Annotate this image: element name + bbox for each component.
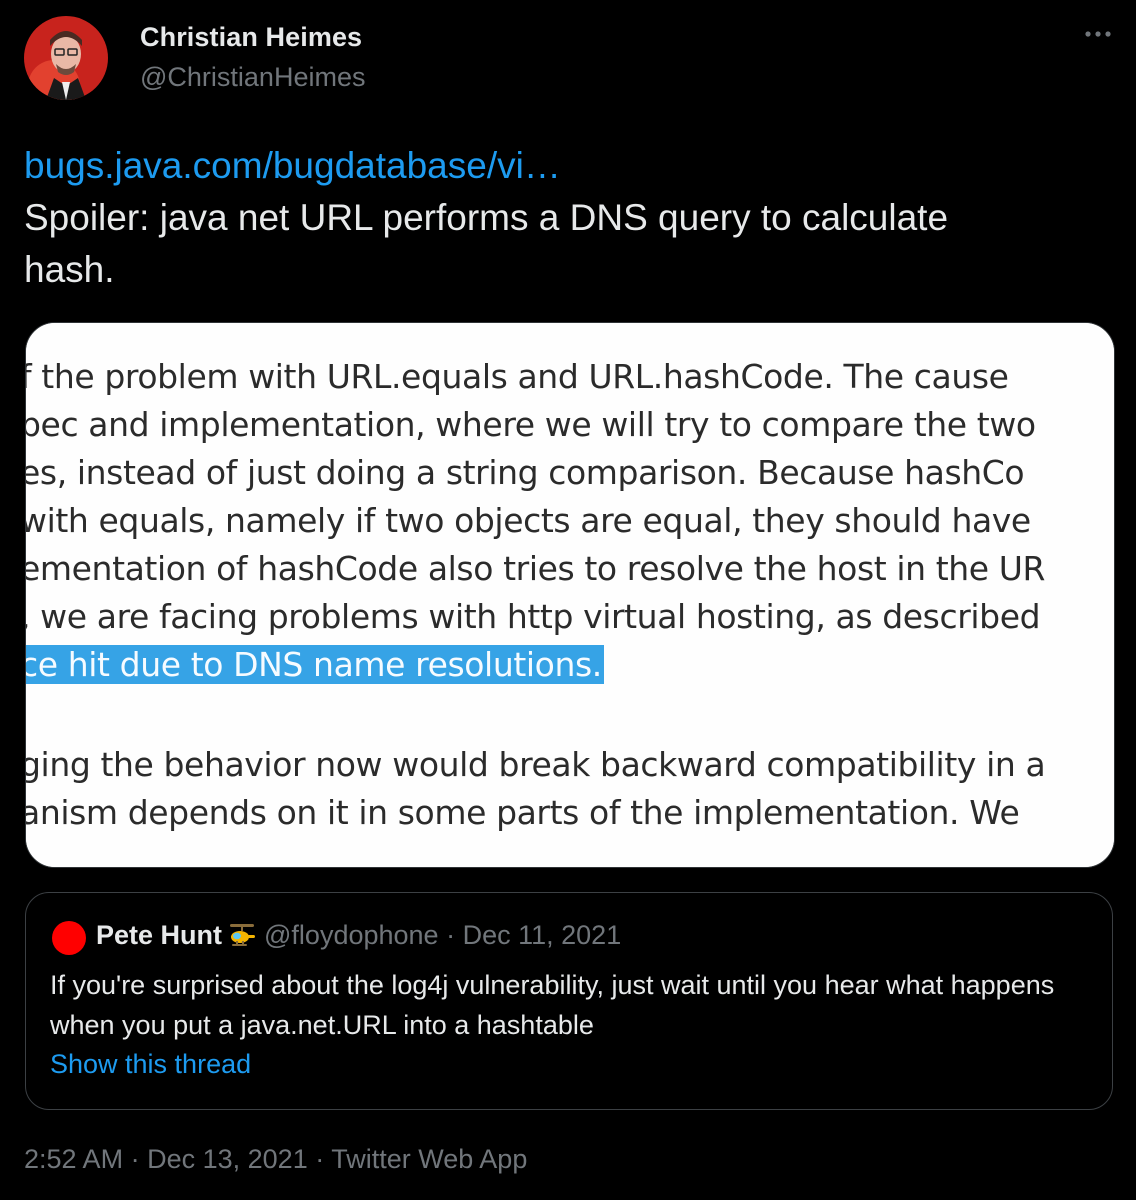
quoted-tweet-header: Pete Hunt @floydophone · Dec 11, 2021	[96, 920, 621, 955]
tweet-body: bugs.java.com/bugdatabase/vi… Spoiler: j…	[24, 140, 1024, 296]
tweet-media-image[interactable]: f the problem with URL.equals and URL.ha…	[25, 322, 1115, 868]
author-display-name[interactable]: Christian Heimes	[140, 22, 362, 53]
screenshot-line: anism depends on it in some parts of the…	[25, 793, 1020, 832]
screenshot-text-image: f the problem with URL.equals and URL.ha…	[26, 323, 1114, 867]
tweet-date[interactable]: Dec 13, 2021	[147, 1144, 308, 1174]
screenshot-line: pec and implementation, where we will tr…	[25, 405, 1036, 444]
quoted-tweet-date[interactable]: Dec 11, 2021	[463, 920, 622, 950]
screenshot-line: with equals, namely if two objects are e…	[25, 501, 1031, 540]
tweet-text: Spoiler: java net URL performs a DNS que…	[24, 197, 949, 290]
author-avatar[interactable]	[24, 16, 108, 100]
screenshot-line: f the problem with URL.equals and URL.ha…	[25, 357, 1009, 396]
quoted-tweet-text: If you're surprised about the log4j vuln…	[50, 970, 1055, 1040]
separator-dot: ·	[130, 1144, 140, 1174]
screenshot-line-highlighted: ce hit due to DNS name resolutions.	[26, 645, 604, 684]
screenshot-line: , we are facing problems with http virtu…	[25, 597, 1041, 636]
screenshot-line: ging the behavior now would break backwa…	[25, 745, 1046, 784]
quoted-tweet[interactable]: Pete Hunt @floydophone · Dec 11, 2021 If…	[25, 892, 1113, 1110]
tweet-source[interactable]: Twitter Web App	[331, 1144, 527, 1174]
quoted-author-handle[interactable]: @floydophone	[264, 920, 439, 950]
author-handle[interactable]: @ChristianHeimes	[140, 62, 365, 93]
tweet-metadata: 2:52 AM · Dec 13, 2021 · Twitter Web App	[24, 1144, 527, 1175]
separator-dot: ·	[315, 1144, 325, 1174]
quoted-author-name[interactable]: Pete Hunt	[96, 920, 222, 950]
screenshot-line: ementation of hashCode also tries to res…	[25, 549, 1046, 588]
screenshot-line: es, instead of just doing a string compa…	[25, 453, 1025, 492]
quoted-author-avatar[interactable]	[52, 921, 86, 955]
tweet-link[interactable]: bugs.java.com/bugdatabase/vi…	[24, 140, 1024, 192]
tweet-time[interactable]: 2:52 AM	[24, 1144, 123, 1174]
show-thread-link[interactable]: Show this thread	[50, 1049, 251, 1080]
helicopter-emoji-icon	[228, 922, 256, 955]
more-options-icon[interactable]	[1084, 26, 1112, 37]
profile-photo	[24, 16, 108, 100]
separator-dot: ·	[446, 920, 456, 950]
